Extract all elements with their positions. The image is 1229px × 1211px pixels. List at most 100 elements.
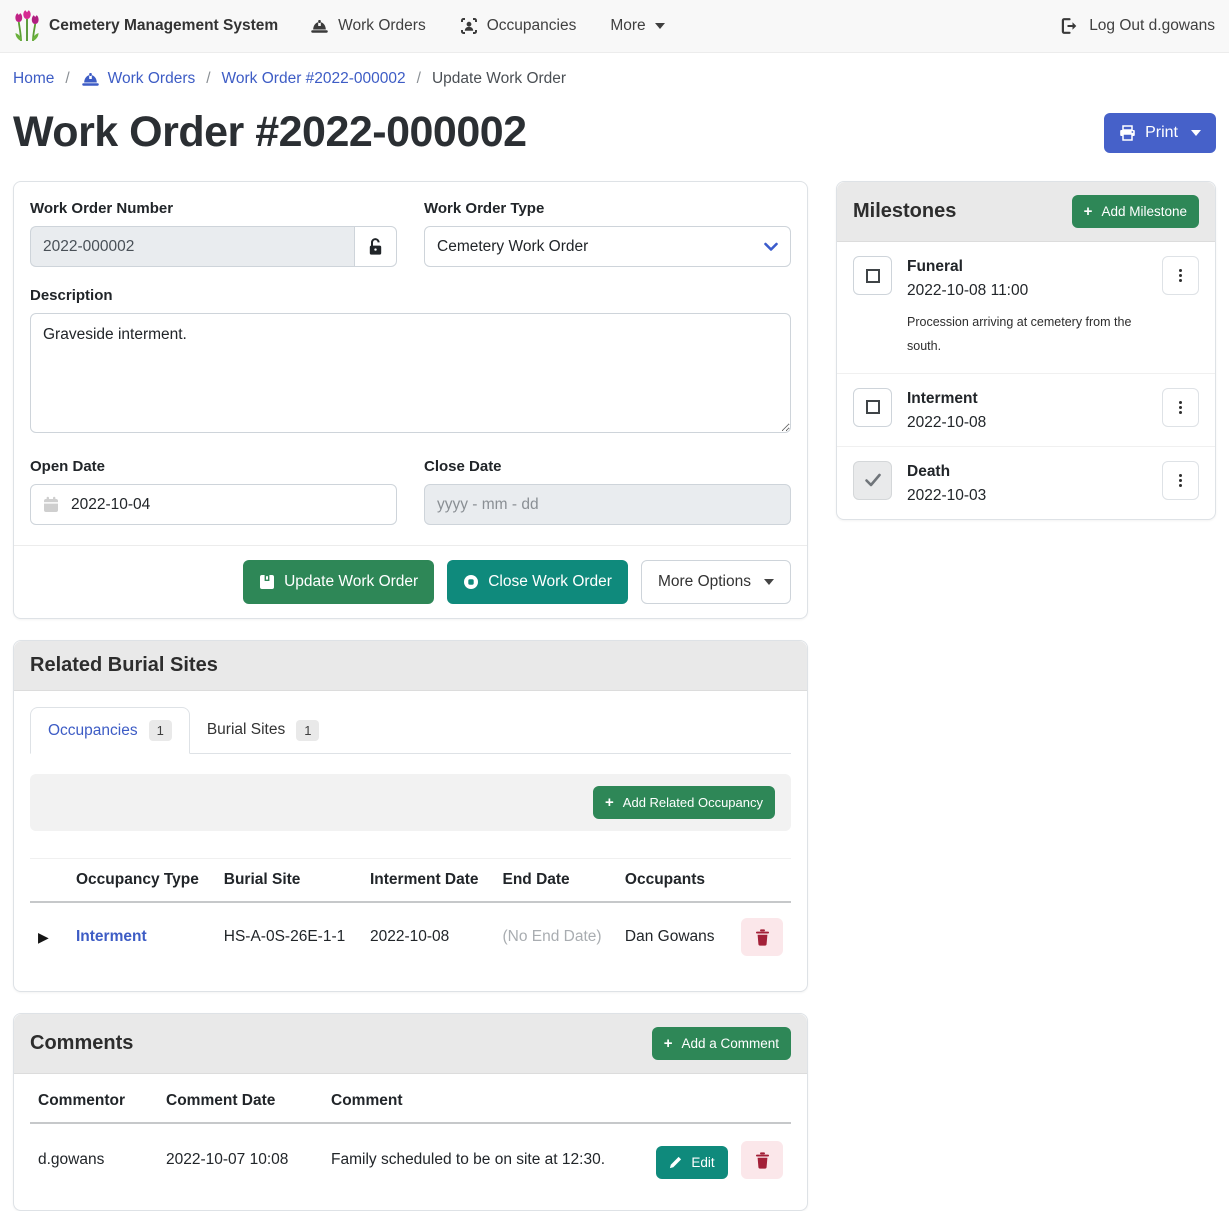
trash-icon [755,929,770,946]
work-order-number-label: Work Order Number [30,200,397,217]
column-header: Occupants [617,859,729,903]
add-milestone-button[interactable]: + Add Milestone [1072,195,1199,228]
form-footer: Update Work Order Close Work Order More … [14,545,807,618]
print-button[interactable]: Print [1104,113,1216,153]
nav-work-orders[interactable]: Work Orders [310,17,426,35]
comments-card: Comments + Add a Comment Commentor Comme… [13,1013,808,1211]
page-title: Work Order #2022-000002 [13,108,527,157]
checkbox-unchecked-icon [866,400,880,414]
printer-icon [1119,125,1136,141]
end-date-cell: (No End Date) [494,902,616,971]
breadcrumb-work-order-number[interactable]: Work Order #2022-000002 [222,70,406,88]
caret-down-icon [1191,130,1201,136]
tab-occupancies-count: 1 [149,720,172,741]
breadcrumb-work-orders[interactable]: Work Orders [81,70,196,88]
commentor-cell: d.gowans [30,1123,158,1196]
milestone-checkbox[interactable] [853,461,892,500]
occupancy-type-link[interactable]: Interment [76,928,147,945]
tulip-logo-icon [14,10,40,42]
milestone-date: 2022-10-08 [907,414,1147,432]
related-tabs: Occupancies 1 Burial Sites 1 [30,707,791,754]
burial-site-cell: HS-A-0S-26E-1-1 [216,902,362,971]
description-textarea[interactable]: Graveside interment. [30,313,791,433]
nav-occupancies[interactable]: Occupancies [460,17,577,35]
nav-links: Work Orders Occupancies More [310,17,1060,35]
edit-comment-label: Edit [691,1155,714,1170]
occupancies-toolbar: + Add Related Occupancy [30,774,791,831]
tab-occupancies-label: Occupancies [48,722,138,740]
milestone-checkbox[interactable] [853,388,892,427]
column-header: Occupancy Type [68,859,216,903]
chevron-down-icon [764,242,778,252]
milestone-menu-button[interactable] [1162,461,1199,500]
work-order-number-input[interactable] [30,226,354,267]
more-options-label: More Options [658,573,751,591]
breadcrumb-separator: / [417,70,421,88]
close-date-field: Close Date [424,458,791,525]
occupancies-table: Occupancy Type Burial Site Interment Dat… [30,858,791,971]
pencil-icon [669,1156,682,1169]
plus-icon: + [1084,206,1093,217]
update-work-order-button[interactable]: Update Work Order [243,560,434,604]
add-comment-button[interactable]: + Add a Comment [652,1027,791,1060]
milestone-menu-button[interactable] [1162,256,1199,295]
milestone-title: Interment [907,390,1147,408]
milestone-title: Funeral [907,258,1147,276]
work-order-type-field: Work Order Type Cemetery Work Order [424,200,791,267]
work-order-type-select[interactable]: Cemetery Work Order [424,226,791,267]
actions-header [648,1080,791,1123]
comment-cell: Family scheduled to be on site at 12:30. [323,1123,648,1196]
work-order-type-value: Cemetery Work Order [437,238,588,256]
update-work-order-label: Update Work Order [284,573,418,591]
hard-hat-icon [310,18,329,34]
close-date-input[interactable] [424,484,791,525]
close-work-order-button[interactable]: Close Work Order [447,560,628,604]
top-navbar: Cemetery Management System Work Orders [0,0,1229,53]
add-milestone-label: Add Milestone [1101,204,1187,219]
related-burial-sites-title: Related Burial Sites [30,654,218,677]
related-burial-sites-card: Related Burial Sites Occupancies 1 Buria… [13,640,808,992]
trash-icon [755,1152,770,1169]
add-comment-label: Add a Comment [681,1036,779,1051]
interment-date-cell: 2022-10-08 [362,902,494,971]
delete-comment-button[interactable] [741,1141,783,1179]
plus-icon: + [605,797,614,808]
column-header: Interment Date [362,859,494,903]
plus-icon: + [664,1038,673,1049]
delete-occupancy-button[interactable] [741,918,783,956]
edit-comment-button[interactable]: Edit [656,1146,727,1179]
print-label: Print [1145,124,1178,142]
record-circle-icon [463,574,479,590]
expand-row-button[interactable]: ▶ [30,902,68,971]
chevron-down-icon [655,23,665,29]
open-date-input[interactable] [30,484,397,525]
brand[interactable]: Cemetery Management System [14,10,278,42]
unlock-button[interactable] [354,226,397,267]
close-date-label: Close Date [424,458,791,475]
more-options-button[interactable]: More Options [641,560,791,604]
breadcrumb-separator: / [65,70,69,88]
work-order-form-card: Work Order Number [13,181,808,619]
open-date-field: Open Date [30,458,397,525]
column-header: End Date [494,859,616,903]
nav-more[interactable]: More [610,17,664,35]
breadcrumb-home[interactable]: Home [13,70,54,88]
milestone-menu-button[interactable] [1162,388,1199,427]
milestones-card: Milestones + Add Milestone Funeral 2022-… [836,181,1216,520]
portrait-icon [460,17,478,35]
app-title: Cemetery Management System [49,17,278,35]
tab-burial-sites-count: 1 [296,720,319,741]
add-related-occupancy-button[interactable]: + Add Related Occupancy [593,786,775,819]
work-order-number-field: Work Order Number [30,200,397,267]
column-header: Commentor [30,1080,158,1123]
milestone-title: Death [907,463,1147,481]
add-related-occupancy-label: Add Related Occupancy [623,795,763,810]
logout-button[interactable]: Log Out d.gowans [1060,17,1215,35]
close-work-order-label: Close Work Order [488,573,612,591]
milestone-item: Death 2022-10-03 [837,447,1215,519]
tab-occupancies[interactable]: Occupancies 1 [30,707,190,754]
tab-burial-sites[interactable]: Burial Sites 1 [190,707,337,753]
milestone-checkbox[interactable] [853,256,892,295]
description-field: Description Graveside interment. [30,287,791,438]
checkbox-unchecked-icon [866,269,880,283]
